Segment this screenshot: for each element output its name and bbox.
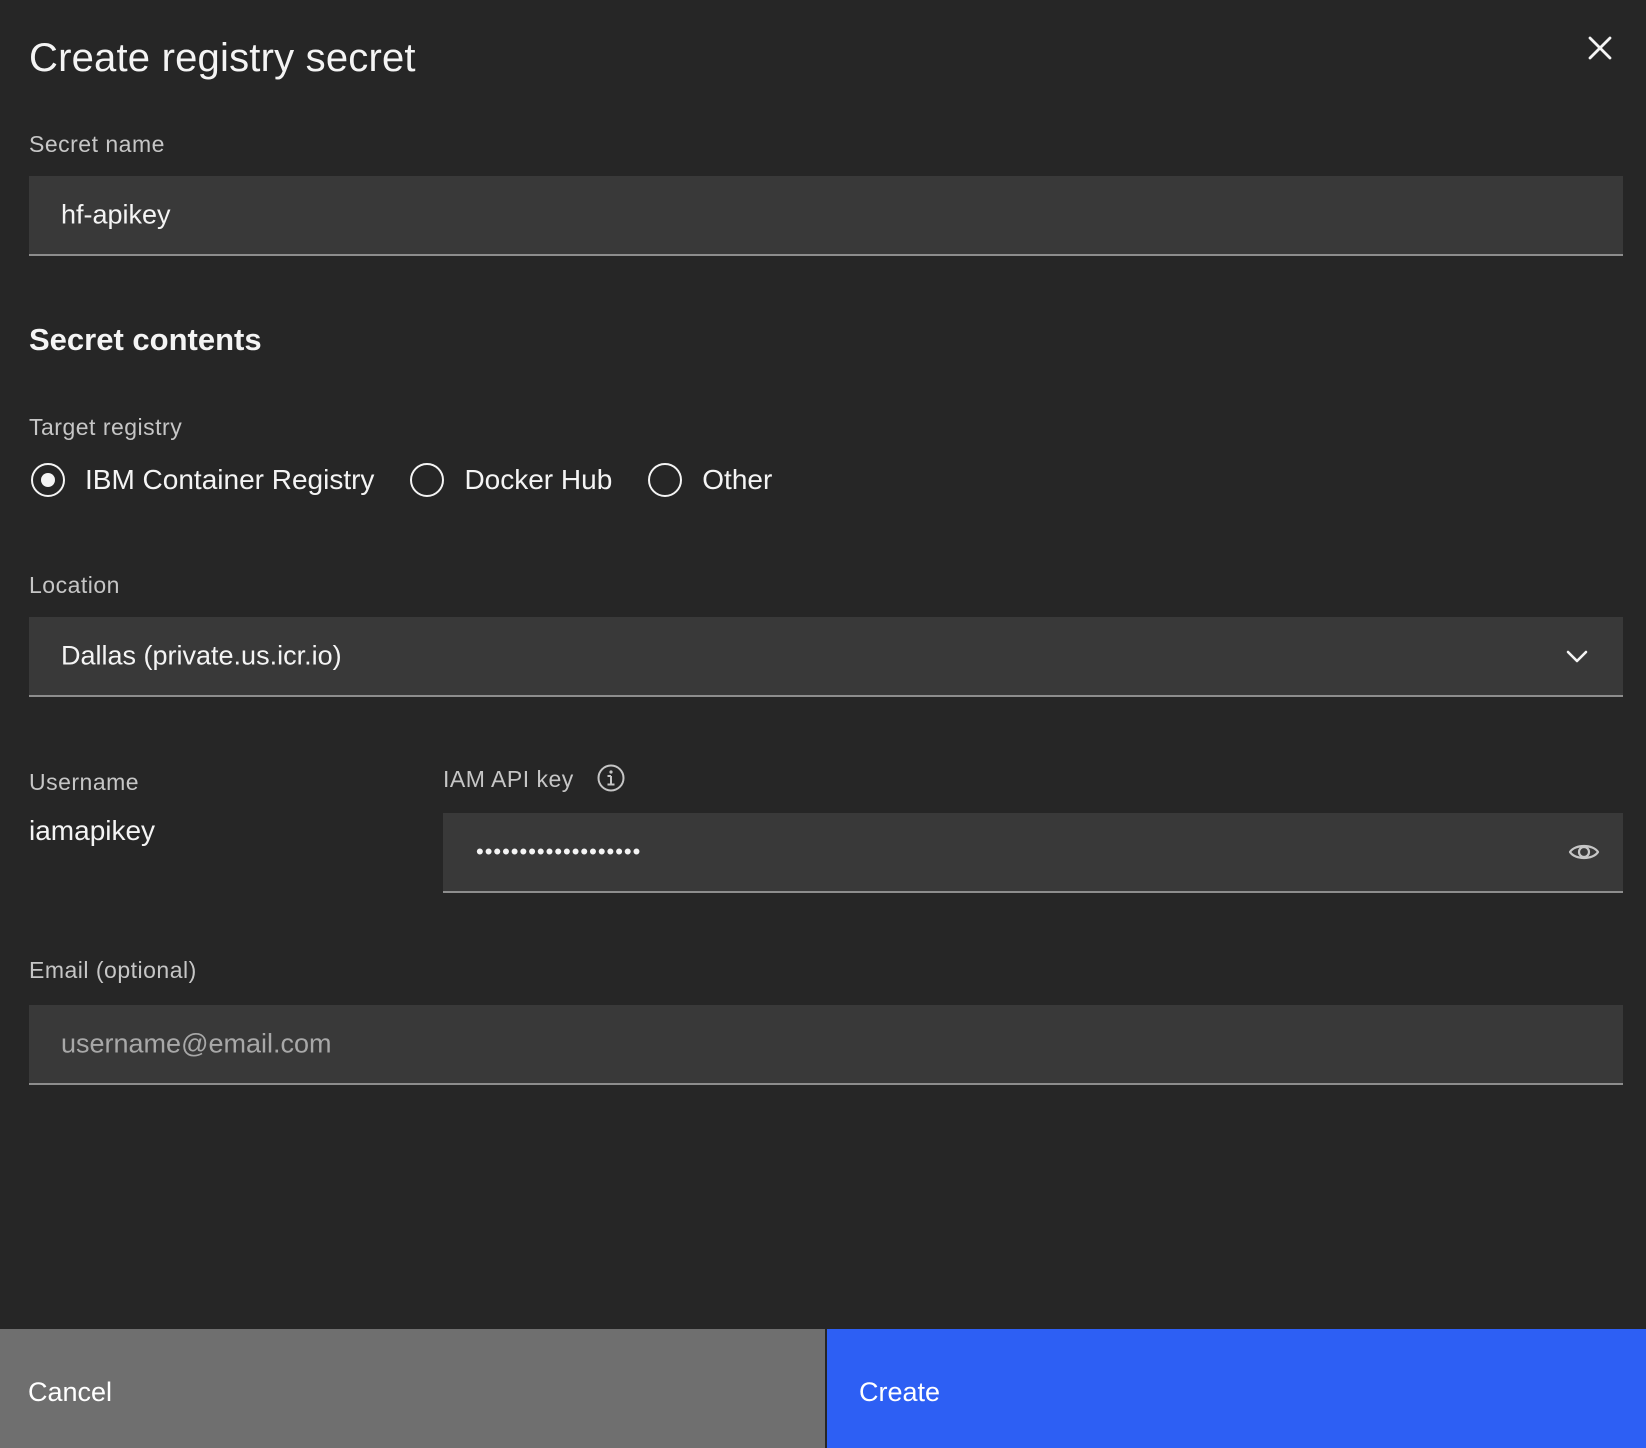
chevron-down-icon [1566, 650, 1588, 663]
email-placeholder: username@email.com [61, 1028, 332, 1059]
secret-name-input[interactable]: hf-apikey [29, 176, 1623, 256]
info-icon[interactable] [596, 763, 626, 793]
secret-contents-heading: Secret contents [29, 322, 262, 357]
create-button-label: Create [859, 1377, 941, 1407]
cancel-button[interactable]: Cancel [0, 1329, 825, 1448]
secret-name-label: Secret name [29, 131, 165, 157]
location-selected-value: Dallas (private.us.icr.io) [61, 640, 342, 671]
target-registry-radio-group: IBM Container Registry Docker Hub Other [31, 458, 808, 502]
email-input[interactable]: username@email.com [29, 1005, 1623, 1085]
radio-label-other: Other [702, 464, 773, 495]
radio-docker-hub[interactable]: Docker Hub [410, 463, 612, 497]
radio-button [648, 463, 683, 497]
email-label: Email (optional) [29, 957, 197, 983]
api-key-label: IAM API key [443, 766, 574, 792]
eye-icon[interactable] [1567, 835, 1601, 869]
location-label: Location [29, 572, 120, 598]
radio-button-selected [31, 463, 65, 497]
radio-button [410, 463, 445, 497]
cancel-button-label: Cancel [28, 1377, 113, 1407]
location-dropdown[interactable]: Dallas (private.us.icr.io) [29, 617, 1623, 697]
api-key-masked-value: ••••••••••••••••••• [476, 839, 642, 864]
create-registry-secret-dialog: Create registry secret Secret name hf-ap… [0, 0, 1646, 1448]
radio-label-ibm: IBM Container Registry [85, 464, 375, 495]
api-key-password-input[interactable]: ••••••••••••••••••• [443, 813, 1623, 893]
radio-label-docker-hub: Docker Hub [464, 464, 613, 495]
close-button[interactable] [1578, 26, 1622, 70]
close-icon [1588, 36, 1612, 60]
radio-dot [41, 473, 55, 487]
radio-other[interactable]: Other [648, 463, 772, 497]
radio-ibm-container-registry[interactable]: IBM Container Registry [31, 463, 374, 497]
dialog-title: Create registry secret [29, 36, 416, 80]
username-label: Username [29, 769, 140, 795]
create-button[interactable]: Create [826, 1329, 1646, 1448]
username-value: iamapikey [29, 815, 156, 846]
target-registry-label: Target registry [29, 414, 183, 440]
secret-name-value: hf-apikey [61, 199, 171, 230]
